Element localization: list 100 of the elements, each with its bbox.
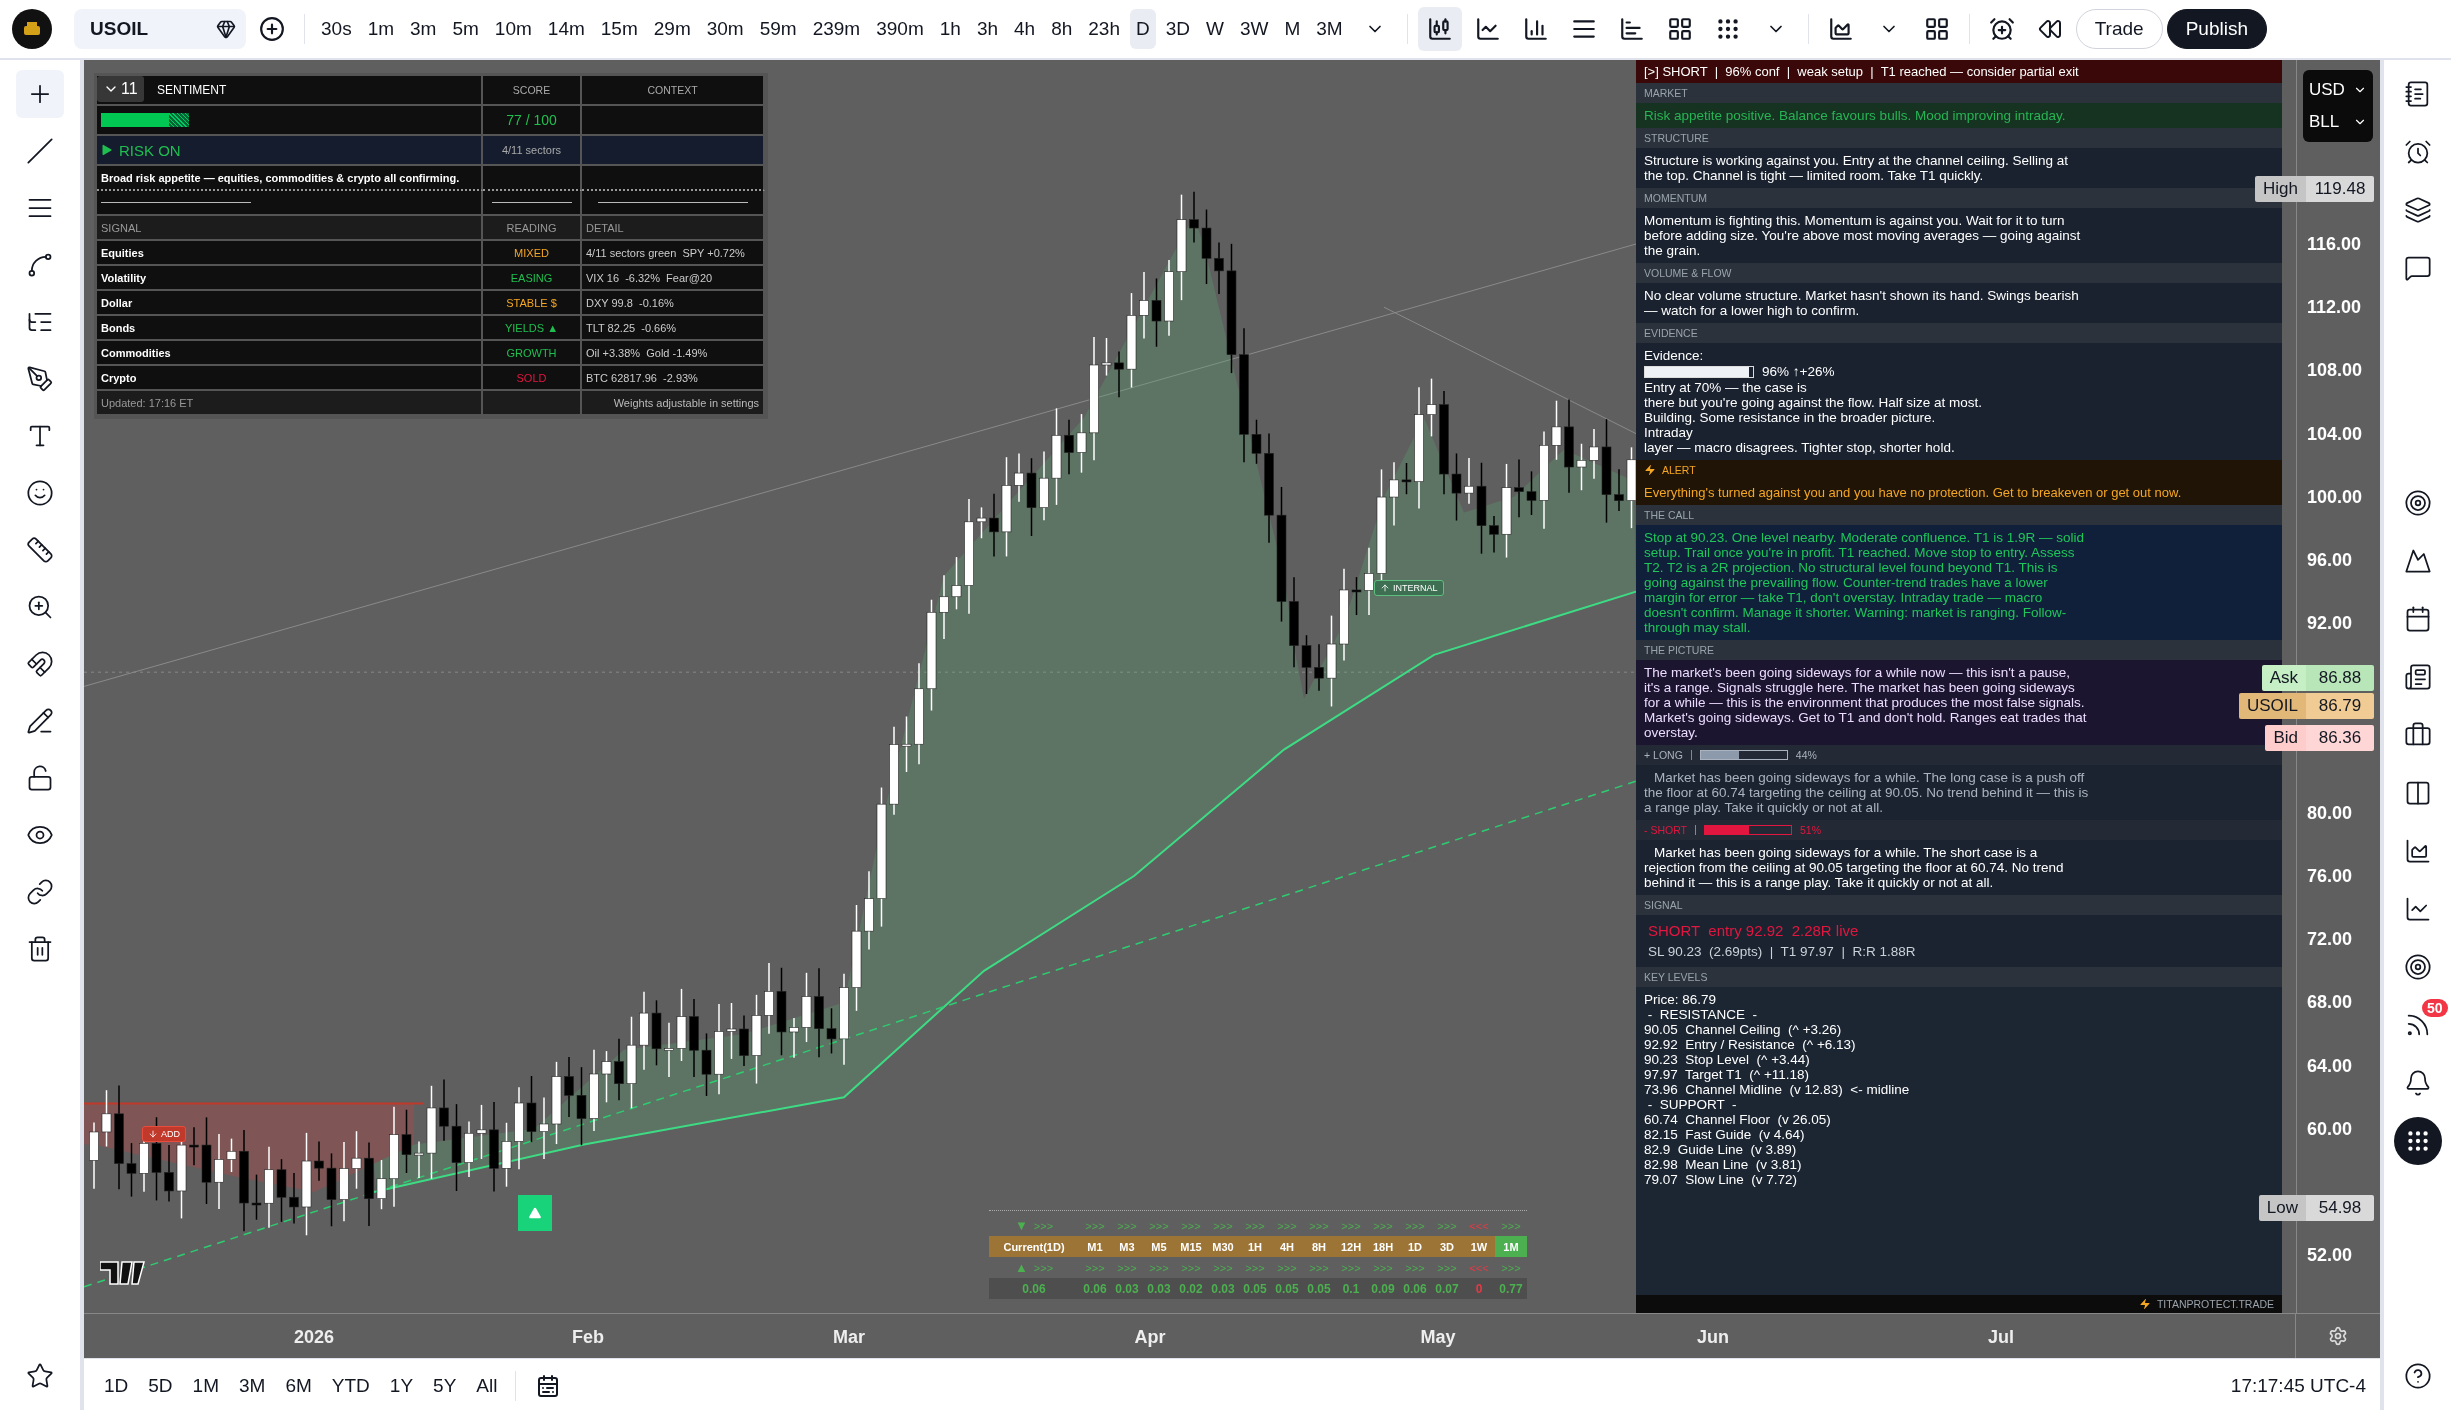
key-level-line: 79.07 Slow Line (v 7.72) [1644, 1172, 1799, 1187]
timeframe-value: 0 [1475, 1281, 1483, 1296]
key-level-line: - SUPPORT - [1646, 1097, 1738, 1112]
section-label: EVIDENCE [1636, 323, 2282, 343]
signal-name: Bonds [97, 316, 483, 341]
key-level-line: 82.98 Mean Line (v 3.81) [1644, 1157, 1803, 1172]
timeframe-value: 0.02 [1179, 1281, 1203, 1296]
timeframe-label: 3D [1431, 1236, 1463, 1257]
interval-button[interactable]: 1h [933, 9, 967, 49]
summary-text: Broad risk appetite — equities, commodities & crypto all confirming. [97, 166, 483, 191]
trend-arrows: >>> [1213, 1219, 1233, 1232]
range-button[interactable]: 1M [184, 1370, 227, 1401]
interval-button[interactable]: M [1278, 9, 1307, 49]
timeframe-label: M15 [1175, 1236, 1207, 1257]
time-axis-label: Apr [1134, 1327, 1166, 1347]
signal-reading: STABLE $ [506, 296, 557, 309]
timeframe-label: 1W [1463, 1236, 1495, 1257]
column-header: SCORE [483, 76, 582, 106]
price-axis-label: 68.00 [2307, 992, 2353, 1013]
evidence-line: Building. Some resistance in the broader picture. [1644, 410, 1937, 425]
interval-button[interactable]: 8h [1045, 9, 1079, 49]
key-level-line: 97.97 Target T1 (^ +11.18) [1644, 1067, 1811, 1082]
case-text: Market has been going sideways for a while. The long case is a push off the floor at 60.74 targeting the ceiling at 90.05. No trend behind it — this is a range play. Take it quickly or not at all. [1644, 770, 2089, 815]
interval-button[interactable]: 10m [488, 9, 538, 49]
interval-button[interactable]: 15m [594, 9, 644, 49]
range-button[interactable]: 5Y [425, 1370, 465, 1401]
signal-detail: TLT 82.25 -0.66% [582, 316, 765, 341]
timeframe-value: 0.77 [1499, 1281, 1523, 1296]
interval-button[interactable]: 390m [870, 9, 930, 49]
currency-dropdown[interactable]: USD [2303, 74, 2373, 106]
range-button[interactable]: 3M [231, 1370, 274, 1401]
interval-button[interactable]: 4h [1008, 9, 1042, 49]
section-label: MARKET [1636, 83, 2282, 103]
case-label: + LONG [1644, 749, 1683, 761]
timeframe-value: 0.03 [1115, 1281, 1139, 1296]
interval-button[interactable]: 5m [446, 9, 485, 49]
timeframe-value: 0.06 [1083, 1281, 1107, 1296]
trend-arrows: >>> [1117, 1219, 1137, 1232]
interval-button[interactable]: 3D [1159, 9, 1197, 49]
key-level-line: 82.9 Guide Line (v 3.89) [1644, 1142, 1798, 1157]
updated-time: Updated: 17:16 ET [97, 391, 483, 416]
interval-button[interactable]: 3M [1310, 9, 1349, 49]
signal-name: Equities [97, 241, 483, 266]
section-label: KEY LEVELS [1636, 967, 2282, 987]
section-text: Risk appetite positive. Balance favours bulls. Mood improving intraday. [1644, 108, 2067, 123]
trend-arrows: >>> [1245, 1219, 1265, 1232]
timeframe-label: 1H [1239, 1236, 1271, 1257]
timeframe-value: 0.06 [1403, 1281, 1427, 1296]
trend-arrows: >>> [1181, 1261, 1201, 1274]
symbol-search-field[interactable]: USOIL [74, 9, 246, 49]
interval-button[interactable]: 29m [647, 9, 697, 49]
interval-button[interactable]: 30s [315, 9, 358, 49]
evidence-reading: 96% ↑+26% [1762, 364, 1835, 379]
range-button[interactable]: 5D [140, 1370, 181, 1401]
interval-button[interactable]: D [1130, 9, 1156, 49]
column-header: DETAIL [582, 216, 765, 241]
trend-arrows: >>> [1085, 1219, 1105, 1232]
timeframe-label: M1 [1079, 1236, 1111, 1257]
timeframe-label: 4H [1271, 1236, 1303, 1257]
timeframe-value: 0.05 [1307, 1281, 1331, 1296]
trend-arrows: <<< [1469, 1261, 1489, 1274]
interval-button[interactable]: W [1200, 9, 1230, 49]
interval-button[interactable]: 23h [1082, 9, 1126, 49]
price-axis-label: 52.00 [2307, 1245, 2353, 1266]
range-button[interactable]: YTD [323, 1370, 378, 1401]
unit-dropdown[interactable]: BLL [2303, 106, 2373, 138]
interval-button[interactable]: 1m [361, 9, 401, 49]
price-axis-label: 92.00 [2307, 613, 2353, 634]
column-header: SIGNAL [97, 216, 483, 241]
price-axis-label: 60.00 [2307, 1118, 2353, 1139]
timeframe-label: 1M [1495, 1236, 1527, 1257]
time-axis-label: Mar [833, 1327, 865, 1347]
evidence-line: Entry at 70% — the case is [1644, 380, 1808, 395]
range-button[interactable]: 1D [96, 1370, 137, 1401]
interval-button[interactable]: 30m [700, 9, 750, 49]
collapse-toggle[interactable]: 11 [97, 76, 144, 102]
interval-button[interactable]: 239m [806, 9, 867, 49]
interval-button[interactable]: 59m [753, 9, 803, 49]
interval-button[interactable]: 3W [1233, 9, 1275, 49]
interval-button[interactable]: 14m [541, 9, 591, 49]
signal-name: Commodities [97, 341, 483, 366]
chart-marker-label: ADD [161, 1129, 180, 1139]
trade-button[interactable]: Trade [2075, 9, 2163, 49]
trend-arrows: >>> [1501, 1219, 1521, 1232]
signal-detail: Oil +3.38% Gold -1.49% [582, 341, 765, 366]
signal-headline: SHORT entry 92.92 2.28R live [1647, 921, 1860, 941]
signal-name: Dollar [97, 291, 483, 316]
interval-button[interactable]: 3h [970, 9, 1004, 49]
brand-footer: TITANPROTECT.TRADE [2156, 1298, 2274, 1310]
clock-time: 17:17:45 UTC-4 [2230, 1374, 2366, 1397]
timeframe-value: 0.05 [1243, 1281, 1267, 1296]
case-percent: 51% [1800, 824, 1821, 836]
range-button[interactable]: 1Y [381, 1370, 422, 1401]
timeframe-label: 8H [1303, 1236, 1335, 1257]
timeframe-label: M3 [1111, 1236, 1143, 1257]
publish-button[interactable]: Publish [2166, 9, 2267, 49]
range-button[interactable]: All [468, 1370, 506, 1401]
interval-button[interactable]: 3m [404, 9, 443, 49]
range-button[interactable]: 6M [277, 1370, 320, 1401]
trend-arrows: >>> [1033, 1219, 1054, 1232]
